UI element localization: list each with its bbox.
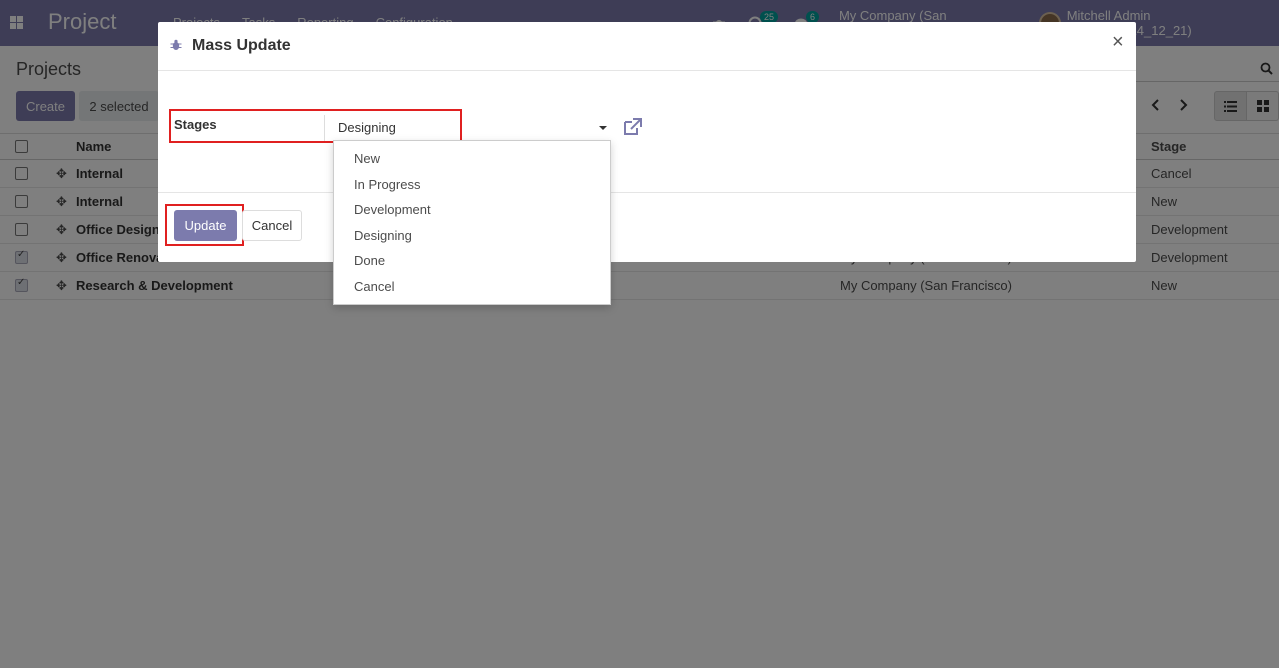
stages-dropdown-menu: New In Progress Development Designing Do… — [333, 140, 611, 305]
external-link-icon[interactable] — [622, 117, 643, 136]
bug-icon — [170, 39, 182, 50]
dropdown-option-done[interactable]: Done — [354, 253, 385, 268]
dialog-footer: Update Cancel — [158, 192, 1136, 262]
dropdown-caret-icon[interactable] — [599, 126, 607, 130]
dialog-title: Mass Update — [192, 37, 291, 54]
dropdown-option-in-progress[interactable]: In Progress — [354, 177, 420, 192]
dialog-header: Mass Update × — [158, 22, 1136, 71]
dropdown-option-new[interactable]: New — [354, 151, 380, 166]
mass-update-dialog: Mass Update × Stages Update Cancel — [158, 22, 1136, 262]
update-highlight-box — [165, 204, 244, 246]
field-highlight-box — [169, 109, 462, 143]
cancel-button[interactable]: Cancel — [242, 210, 302, 241]
dropdown-option-development[interactable]: Development — [354, 202, 431, 217]
dropdown-option-cancel[interactable]: Cancel — [354, 279, 394, 294]
dropdown-option-designing[interactable]: Designing — [354, 228, 412, 243]
close-icon[interactable]: × — [1112, 32, 1124, 52]
